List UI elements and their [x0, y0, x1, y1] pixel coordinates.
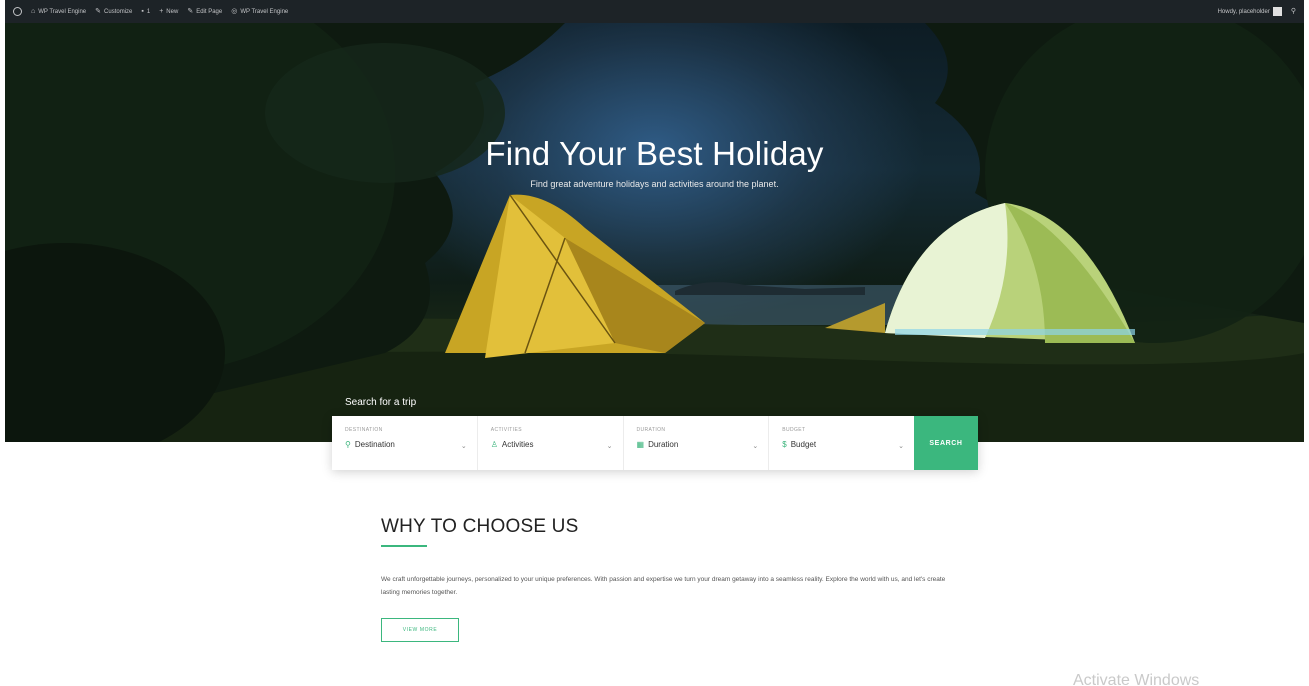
activate-windows-watermark: Activate Windows [1073, 672, 1200, 686]
hero-background-image [5, 23, 1304, 442]
field-label: Activities [490, 427, 522, 433]
field-label: Destination [345, 427, 383, 433]
adminbar-search[interactable]: ⚲ [1291, 8, 1296, 15]
adminbar-site-name[interactable]: ⌂ WP Travel Engine [31, 8, 86, 15]
adminbar-edit-page[interactable]: ✎ Edit Page [187, 8, 222, 15]
why-choose-us-title: WHY TO CHOOSE US [381, 516, 579, 537]
chevron-down-icon: ⌄ [898, 443, 904, 450]
why-choose-us-text: We craft unforgettable journeys, persona… [381, 576, 946, 596]
field-value: Budget [790, 440, 817, 449]
wordpress-logo-icon [13, 7, 22, 16]
field-value: Activities [501, 440, 534, 449]
trip-search-bar: Destination ⚲ Destination ⌄ Activities ♙ A… [332, 416, 978, 470]
plugin-icon: ◎ [231, 8, 238, 15]
home-icon: ⌂ [31, 8, 36, 15]
comment-icon: ▪ [141, 8, 144, 15]
adminbar-plugin[interactable]: ◎ WP Travel Engine [231, 8, 288, 15]
hero-subtitle: Find great adventure holidays and activi… [530, 179, 779, 189]
dollar-icon: $ [782, 440, 787, 449]
adminbar-user-menu[interactable]: Howdy, placeholder [1218, 7, 1282, 16]
activities-select[interactable]: Activities ♙ Activities ⌄ [478, 416, 624, 470]
view-more-button[interactable]: VIEW MORE [381, 618, 459, 642]
pencil-icon: ✎ [187, 8, 194, 15]
adminbar-customize[interactable]: ✎ Customize [95, 8, 132, 15]
hero-banner: Find Your Best Holiday Find great advent… [5, 23, 1304, 442]
search-icon: ⚲ [1290, 8, 1296, 15]
browser-viewport: ⌂ WP Travel Engine ✎ Customize ▪ 1 + New ✎ Ed… [0, 0, 1309, 686]
duration-select[interactable]: Duration ▦ Duration ⌄ [624, 416, 770, 470]
avatar [1272, 7, 1282, 16]
field-label: Duration [636, 427, 666, 433]
adminbar-new[interactable]: + New [159, 8, 178, 15]
wp-logo-menu[interactable] [13, 7, 22, 16]
plus-icon: + [159, 8, 164, 15]
chevron-down-icon: ⌄ [606, 443, 613, 450]
search-button[interactable]: SEARCH [914, 416, 978, 470]
title-underline [381, 545, 427, 547]
field-label: Budget [782, 427, 806, 433]
budget-select[interactable]: Budget $ Budget ⌄ [769, 416, 914, 470]
wp-admin-bar: ⌂ WP Travel Engine ✎ Customize ▪ 1 + New ✎ Ed… [5, 0, 1304, 23]
brush-icon: ✎ [95, 8, 102, 15]
search-label: Search for a trip [345, 397, 417, 408]
calendar-icon: ▦ [636, 440, 645, 449]
destination-select[interactable]: Destination ⚲ Destination ⌄ [332, 416, 478, 470]
field-value: Destination [354, 440, 395, 449]
hero-title: Find Your Best Holiday [485, 135, 824, 172]
map-pin-icon: ⚲ [345, 440, 351, 449]
chevron-down-icon: ⌄ [460, 443, 467, 450]
chevron-down-icon: ⌄ [752, 443, 759, 450]
person-icon: ♙ [490, 440, 498, 449]
adminbar-comments[interactable]: ▪ 1 [141, 8, 150, 15]
field-value: Duration [648, 440, 679, 449]
